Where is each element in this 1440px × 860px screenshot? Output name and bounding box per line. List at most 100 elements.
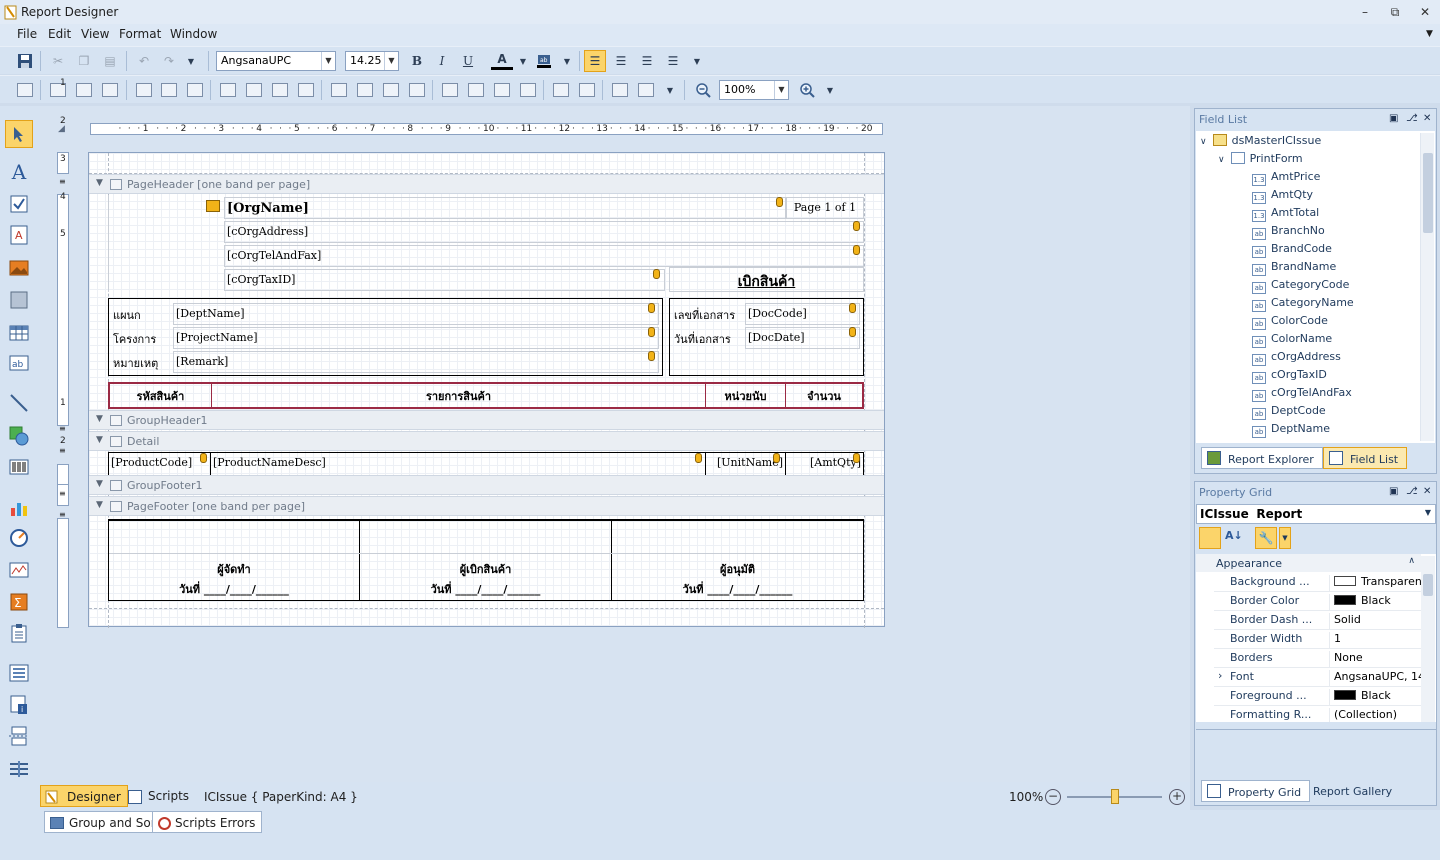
- field-item[interactable]: ab ColorName: [1252, 332, 1332, 348]
- property-value[interactable]: Solid: [1329, 613, 1433, 630]
- pageinfo-tool-icon[interactable]: i: [5, 691, 33, 719]
- field-item[interactable]: 1.3 AmtTotal: [1252, 206, 1319, 222]
- field-item[interactable]: ab CategoryCode: [1252, 278, 1349, 294]
- align-tops-icon[interactable]: [133, 79, 155, 101]
- v-spacing-decrease-icon[interactable]: [491, 79, 513, 101]
- zoom-minus-icon[interactable]: −: [1045, 789, 1061, 805]
- categorized-icon[interactable]: [1199, 527, 1221, 549]
- gauge-tool-icon[interactable]: [5, 524, 33, 552]
- zoom-select[interactable]: 100% ▼: [719, 80, 789, 100]
- toolbar-overflow-icon[interactable]: ▼: [686, 50, 708, 72]
- alphabetical-icon[interactable]: A↓: [1225, 529, 1243, 542]
- h-spacing-decrease-icon[interactable]: [380, 79, 402, 101]
- center-horizontally-icon[interactable]: [550, 79, 572, 101]
- field-item[interactable]: ab BranchNo: [1252, 224, 1325, 240]
- back-color-icon[interactable]: ab: [533, 50, 555, 72]
- autohide-icon[interactable]: ⎇: [1406, 486, 1418, 497]
- document-title[interactable]: เบิกสินค้า: [669, 267, 864, 292]
- pin-icon[interactable]: ▣: [1389, 486, 1398, 497]
- redo-icon[interactable]: ↷: [158, 50, 180, 72]
- detail-product-name-field[interactable]: [ProductNameDesc]: [211, 453, 706, 475]
- font-size-select[interactable]: 14.25 ▼: [345, 51, 399, 71]
- pointer-tool-icon[interactable]: [5, 120, 33, 148]
- tree-root[interactable]: ∨ dsMasterICIssue: [1200, 134, 1321, 147]
- property-row[interactable]: Foreground ... Black: [1214, 687, 1434, 706]
- menu-file[interactable]: File: [17, 27, 37, 41]
- property-row[interactable]: Border Width 1: [1214, 630, 1434, 649]
- dept-value-field[interactable]: [DeptName]: [173, 303, 659, 325]
- field-item[interactable]: ab cOrgTaxID: [1252, 368, 1327, 384]
- property-row[interactable]: Background ... Transparent: [1214, 573, 1434, 592]
- project-value-field[interactable]: [ProjectName]: [173, 327, 659, 349]
- page-info-field[interactable]: Page 1 of 1: [786, 197, 864, 219]
- v-spacing-increase-icon[interactable]: [465, 79, 487, 101]
- redo-dropdown-icon[interactable]: ▼: [180, 50, 202, 72]
- property-value[interactable]: Black: [1329, 594, 1433, 611]
- property-value[interactable]: Black: [1329, 689, 1433, 706]
- zoom-slider-thumb[interactable]: [1110, 789, 1119, 804]
- send-to-back-icon[interactable]: [635, 79, 657, 101]
- label-tool-icon[interactable]: A: [5, 158, 33, 186]
- same-height-icon[interactable]: [269, 79, 291, 101]
- property-value[interactable]: None: [1329, 651, 1433, 668]
- signature-role-1[interactable]: ผู้จัดทำ: [109, 557, 359, 577]
- org-address-field[interactable]: [cOrgAddress]: [224, 221, 864, 243]
- picture-placeholder-icon[interactable]: [206, 200, 220, 212]
- picture-tool-icon[interactable]: [5, 254, 33, 282]
- properties-dropdown-icon[interactable]: ▼: [1279, 527, 1291, 549]
- remark-value-field[interactable]: [Remark]: [173, 351, 659, 373]
- crossband-line-tool-icon[interactable]: [5, 755, 33, 783]
- size-to-grid-icon[interactable]: [243, 79, 265, 101]
- h-spacing-equal-icon[interactable]: [328, 79, 350, 101]
- v-spacing-equal-icon[interactable]: [439, 79, 461, 101]
- minimize-button[interactable]: –: [1354, 3, 1376, 21]
- chart-tool-icon[interactable]: [5, 494, 33, 522]
- align-rights-icon[interactable]: [99, 79, 121, 101]
- close-panel-icon[interactable]: ✕: [1423, 113, 1431, 124]
- expand-icon[interactable]: ›: [1218, 669, 1222, 682]
- band-detail[interactable]: ▼ Detail: [89, 431, 884, 451]
- property-row[interactable]: Border Color Black: [1214, 592, 1434, 611]
- same-width-icon[interactable]: [217, 79, 239, 101]
- field-item[interactable]: 1.3 AmtPrice: [1252, 170, 1320, 186]
- zoom-out-icon[interactable]: [692, 79, 714, 101]
- collapse-icon[interactable]: ▼: [96, 500, 103, 510]
- align-right-icon[interactable]: ☰: [636, 50, 658, 72]
- col-product-code[interactable]: รหัสสินค้า: [110, 384, 212, 407]
- col-product-name[interactable]: รายการสินค้า: [212, 384, 706, 407]
- close-panel-icon[interactable]: ✕: [1423, 486, 1431, 497]
- band-group-header[interactable]: ▼ GroupHeader1: [89, 410, 884, 430]
- close-button[interactable]: ✕: [1414, 3, 1436, 21]
- center-vertically-icon[interactable]: [576, 79, 598, 101]
- menu-view[interactable]: View: [81, 27, 109, 41]
- field-item[interactable]: ab BrandName: [1252, 260, 1336, 276]
- italic-button[interactable]: I: [431, 50, 453, 72]
- align-bottoms-icon[interactable]: [184, 79, 206, 101]
- collapse-icon[interactable]: ▼: [96, 479, 103, 489]
- align-centers-icon[interactable]: [73, 79, 95, 101]
- h-spacing-increase-icon[interactable]: [354, 79, 376, 101]
- save-icon[interactable]: [14, 50, 36, 72]
- sparkline-tool-icon[interactable]: [5, 556, 33, 584]
- align-to-grid-icon[interactable]: [14, 79, 36, 101]
- bold-button[interactable]: B: [406, 50, 428, 72]
- checkbox-tool-icon[interactable]: [5, 190, 33, 218]
- menu-edit[interactable]: Edit: [48, 27, 71, 41]
- textbox-tool-icon[interactable]: ab: [5, 349, 33, 377]
- org-name-field[interactable]: [OrgName]: [224, 197, 786, 219]
- field-item[interactable]: ab cOrgAddress: [1252, 350, 1341, 366]
- restore-button[interactable]: ⧉: [1384, 3, 1406, 21]
- align-center-icon[interactable]: ☰: [610, 50, 632, 72]
- clipboard-tool-icon[interactable]: [5, 619, 33, 647]
- pagebreak-tool-icon[interactable]: [5, 722, 33, 750]
- barcode-tool-icon[interactable]: [5, 453, 33, 481]
- paste-icon[interactable]: ▤: [99, 50, 121, 72]
- font-name-select[interactable]: AngsanaUPC ▼: [216, 51, 336, 71]
- panel-tool-icon[interactable]: [5, 286, 33, 314]
- autohide-icon[interactable]: ⎇: [1406, 113, 1418, 124]
- property-row[interactable]: › Font AngsanaUPC, 14.2...: [1214, 668, 1434, 687]
- property-value[interactable]: AngsanaUPC, 14.2...: [1329, 670, 1433, 687]
- signature-date-1[interactable]: วันที่ ____/____/______: [109, 577, 359, 597]
- bring-to-front-icon[interactable]: [609, 79, 631, 101]
- signature-date-2[interactable]: วันที่ ____/____/______: [360, 577, 611, 597]
